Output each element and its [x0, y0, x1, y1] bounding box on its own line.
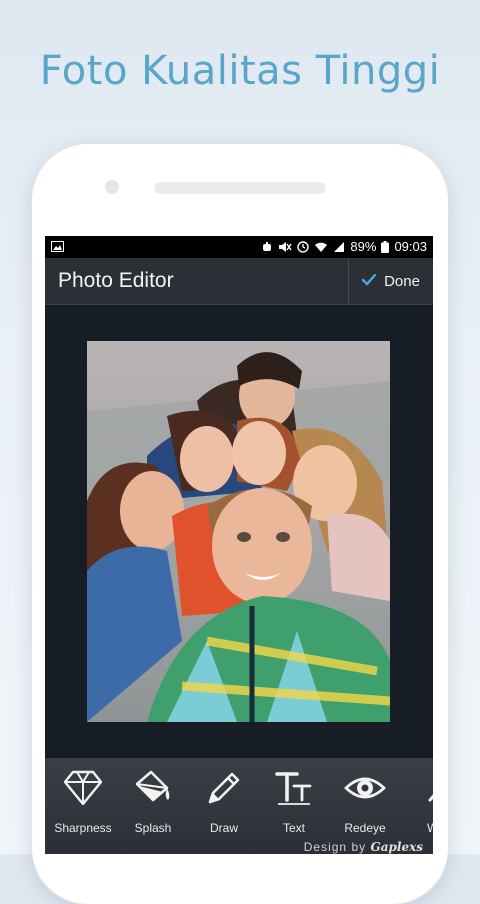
tool-draw[interactable]: Draw: [189, 768, 259, 838]
tool-label: Text: [282, 821, 305, 835]
diamond-icon: [48, 768, 118, 808]
alarm-icon: [261, 241, 273, 253]
credit-prefix: Design by: [303, 840, 367, 854]
battery-percent: 89%: [350, 239, 377, 254]
battery-icon: [381, 240, 390, 253]
group-selfie-photo[interactable]: [87, 341, 390, 722]
check-icon: [361, 273, 377, 290]
tool-text[interactable]: Text: [259, 768, 329, 838]
headline: Foto Kualitas Tinggi: [39, 48, 441, 94]
whiten-icon: [401, 768, 433, 808]
tool-redeye[interactable]: Redeye: [330, 768, 400, 838]
tool-whiten[interactable]: Wh: [401, 768, 433, 838]
clock-icon: [297, 240, 310, 253]
app-bar: Photo Editor Done: [45, 258, 433, 305]
tool-label: Wh: [427, 821, 433, 835]
wifi-icon: [314, 241, 328, 253]
front-camera: [105, 180, 119, 194]
tool-bar: Sharpness Splash Draw Text Redeye W Desi…: [45, 758, 433, 854]
mute-vibrate-icon: [278, 241, 293, 253]
text-tt-icon: [259, 768, 329, 808]
status-time: 09:03: [394, 239, 427, 254]
credit-brand: Gaplexs: [370, 840, 423, 854]
image-icon: [51, 240, 64, 255]
design-credit: Design by Gaplexs: [304, 840, 423, 854]
eye-icon: [330, 768, 400, 808]
tool-splash[interactable]: Splash: [118, 768, 188, 838]
done-button[interactable]: Done: [348, 258, 433, 304]
status-bar: 89% 09:03: [45, 236, 433, 258]
tool-sharpness[interactable]: Sharpness: [48, 768, 118, 838]
earpiece-speaker: [154, 182, 326, 194]
done-label: Done: [384, 272, 420, 290]
tool-label: Sharpness: [54, 821, 112, 835]
signal-icon: [333, 241, 345, 253]
tool-label: Draw: [209, 821, 238, 835]
phone-screen: 89% 09:03 Photo Editor Done Sharpness Sp…: [45, 236, 433, 854]
tool-label: Splash: [134, 821, 172, 835]
app-title: Photo Editor: [58, 269, 174, 292]
pencil-icon: [189, 768, 259, 808]
editor-canvas: [45, 305, 433, 757]
paint-bucket-icon: [118, 768, 188, 808]
tool-label: Redeye: [344, 821, 386, 835]
